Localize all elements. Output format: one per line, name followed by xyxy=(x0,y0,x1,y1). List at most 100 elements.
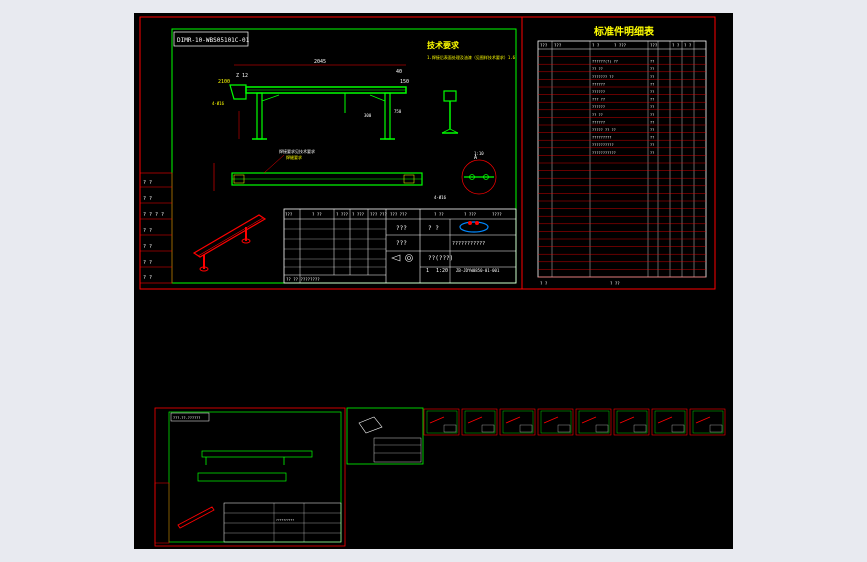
thumbnail-frame xyxy=(423,408,460,436)
side-cell: ? ? xyxy=(143,244,152,250)
pl-row-name: ??????? ?? xyxy=(592,75,614,79)
weld-sub-note: 焊缝要求 xyxy=(286,154,302,160)
lower-title: ?????????? xyxy=(276,518,294,522)
pl-row-qty: ?? xyxy=(650,60,654,64)
pl-header: ? ? xyxy=(684,43,692,48)
thumbnail-part xyxy=(695,416,711,424)
pl-row-qty: ?? xyxy=(650,82,654,86)
thumbnail-sheet[interactable] xyxy=(689,408,726,436)
thumbnail-sheet[interactable] xyxy=(537,408,574,436)
pl-row-name: ??? ?? xyxy=(592,98,605,102)
thumbnail-part xyxy=(505,416,521,424)
pl-header: ??? xyxy=(540,43,548,48)
detail-scale: 1:10 xyxy=(474,151,484,156)
tb-qty-a: ??? xyxy=(396,225,407,232)
thumbnail-frame xyxy=(575,408,612,436)
dim-leg-height: 300 xyxy=(364,113,372,118)
pl-row-name: ?????? xyxy=(592,90,605,94)
thumbnail-title-block xyxy=(557,424,571,433)
side-cell: ? ? xyxy=(143,228,152,234)
lower-sheet-main[interactable]: ???-??-?????? ?????????? xyxy=(154,407,346,547)
tb-scale-b: 1:20 xyxy=(436,268,448,274)
thumbnail-title-block xyxy=(595,424,609,433)
tech-requirements-note: 1.焊接后表面处理及油漆（见图样技术要求）1.6 xyxy=(427,54,516,60)
tb-code: ZB-JDYW0850-01-001 xyxy=(456,268,500,273)
pl-row-qty: ?? xyxy=(650,128,654,132)
thumbnail-part xyxy=(543,416,559,424)
tb-header: ? ??? xyxy=(352,212,365,217)
lower-drawing-code: ???-??-?????? xyxy=(173,416,200,420)
pl-header: ??? xyxy=(650,43,658,48)
sheet-thumbnails[interactable] xyxy=(423,408,726,436)
side-hole-note: 4-Ø16 xyxy=(212,101,225,106)
weld-note: 焊接要求见技术要求 xyxy=(279,148,315,154)
dim-right-a: 40 xyxy=(396,69,402,75)
lower-sheet-detail[interactable] xyxy=(346,407,424,465)
side-cell: ? ? xyxy=(143,196,152,202)
thumbnail-title-block xyxy=(481,424,495,433)
side-cell: ? ? xyxy=(143,275,152,281)
thumbnail-sheet[interactable] xyxy=(423,408,460,436)
thumbnail-frame xyxy=(613,408,650,436)
tb-header: ??? xyxy=(285,212,293,217)
thumbnail-sheet[interactable] xyxy=(575,408,612,436)
thumbnail-part xyxy=(467,416,483,424)
pl-row-qty: ?? xyxy=(650,136,654,140)
thumbnail-sheet[interactable] xyxy=(461,408,498,436)
thumbnail-frame xyxy=(651,408,688,436)
pl-row-qty: ?? xyxy=(650,75,654,79)
thumbnail-part xyxy=(429,416,445,424)
pl-row-name: ?? ?? xyxy=(592,67,603,71)
pl-row-qty: ?? xyxy=(650,67,654,71)
side-cell: ? ? ? ? xyxy=(143,212,164,218)
thumbnail-title-block xyxy=(671,424,685,433)
thumbnail-frame xyxy=(499,408,536,436)
drawing-code: DIMR-10-WBS05101C-01 xyxy=(177,37,250,44)
tb-header: ? ??? xyxy=(336,212,349,217)
pl-row-qty: ?? xyxy=(650,90,654,94)
isometric-view xyxy=(192,214,267,272)
pl-row-name: ??????????? xyxy=(592,151,616,155)
pl-row-name: ?????? xyxy=(592,105,605,109)
title-block: ??? ? ?? ? ??? ? ??? ??? ??? ??? ??? ? ?… xyxy=(283,208,517,284)
tb-header: ??? ??? xyxy=(370,212,387,217)
tb-header: ??? ??? xyxy=(390,212,407,217)
tb-part-name: ??????????? xyxy=(452,241,485,247)
side-cell: ? ? xyxy=(143,260,152,266)
thumbnail-sheet[interactable] xyxy=(651,408,688,436)
tb-header: ? ??? xyxy=(464,212,477,217)
pl-row-qty: ?? xyxy=(650,120,654,124)
pl-row-name: ????????? xyxy=(592,136,611,140)
dim-top-span: 2045 xyxy=(314,59,326,65)
thumbnail-title-block xyxy=(633,424,647,433)
projection-symbol-icon xyxy=(391,254,413,262)
pl-footer-b: ? ?? xyxy=(610,281,620,286)
pl-row-qty: ?? xyxy=(650,151,654,155)
revision-side-table: ? ? ? ? ? ? ? ? ? ? ? ? ? ? ? ? xyxy=(139,172,173,284)
thumbnail-sheet[interactable] xyxy=(499,408,536,436)
dim-right-b: 150 xyxy=(400,79,409,85)
pl-row-qty: ?? xyxy=(650,105,654,109)
thumbnail-sheet[interactable] xyxy=(613,408,650,436)
tb-header: ? ?? xyxy=(312,212,322,217)
plan-view: 焊接要求见技术要求 焊缝要求 xyxy=(213,148,423,191)
tb-material: ??(???) xyxy=(428,255,453,262)
dim-left-a: Z 12 xyxy=(236,73,248,79)
pl-row-name: ??????(?) ?? xyxy=(592,60,618,64)
dim-left-b: 2100 xyxy=(218,79,230,85)
tech-requirements-title: 技术要求 xyxy=(427,40,460,50)
company-logo xyxy=(459,221,489,233)
cad-drawing: DIMR-10-WBS05101C-01 技术要求 1.焊接后表面处理及油漆（见… xyxy=(139,16,726,547)
hole-note: 4-Ø16 xyxy=(434,195,447,200)
tb-qty-b: ? ? xyxy=(428,225,439,232)
thumbnail-frame xyxy=(537,408,574,436)
pl-row-name: ?????? xyxy=(592,82,605,86)
thumbnail-title-block xyxy=(709,424,723,433)
pl-header: ??? xyxy=(554,43,562,48)
detail-view-a: A 1:10 4-Ø16 xyxy=(434,151,497,200)
pl-footer-a: ? ? xyxy=(540,281,548,286)
cad-drawing-canvas[interactable]: DIMR-10-WBS05101C-01 技术要求 1.焊接后表面处理及油漆（见… xyxy=(134,13,733,549)
pl-row-name: ?????????? xyxy=(592,143,614,147)
elevation-view: 2045 Z 12 2100 40 150 300 750 4-Ø16 xyxy=(212,59,409,140)
thumbnail-frame xyxy=(689,408,726,436)
